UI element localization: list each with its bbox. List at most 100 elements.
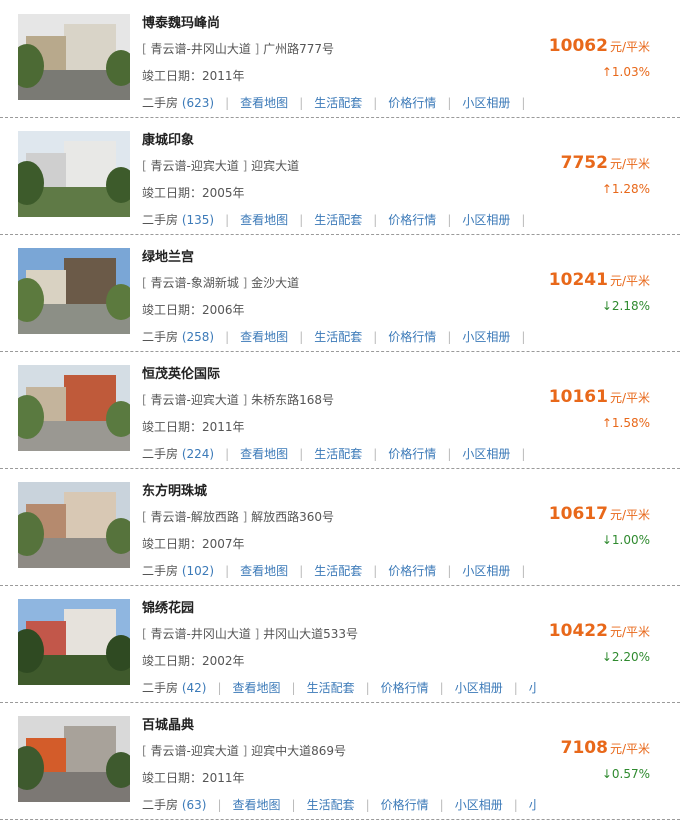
amenities-link[interactable]: 生活配套: [314, 330, 362, 344]
price-trend-link[interactable]: 价格行情: [388, 213, 436, 227]
community-photo[interactable]: [18, 131, 130, 217]
link-separator: |: [225, 330, 230, 344]
listing-links: 二手房 (63) | 查看地图 | 生活配套 | 价格行情 | 小区相册 | 小区: [142, 796, 536, 812]
link-separator: |: [447, 564, 452, 578]
secondhand-count[interactable]: (135): [182, 213, 214, 227]
link-separator: |: [447, 447, 452, 461]
listing-links: 二手房 (258)|查看地图|生活配套|价格行情|小区相册|小区: [142, 328, 536, 344]
community-name[interactable]: 锦绣花园: [142, 597, 194, 616]
price-change: ↑1.58%: [602, 416, 650, 430]
change-value: 1.58%: [611, 416, 650, 430]
album-link[interactable]: 小区相册: [462, 96, 510, 110]
price-unit: 元/平米: [609, 274, 650, 288]
link-separator: |: [513, 798, 518, 812]
community-name[interactable]: 恒茂英伦国际: [142, 363, 220, 382]
trend-arrow-icon: ↓: [601, 299, 612, 313]
listing-item: 博泰魏玛峰尚 [ 青云谱-井冈山大道 ] 广州路777号 竣工日期：2011年 二手房…: [0, 0, 680, 118]
price-trend-link[interactable]: 价格行情: [388, 564, 436, 578]
completion-date: 竣工日期：2005年: [142, 186, 245, 200]
listing-links: 二手房 (135)|查看地图|生活配套|价格行情|小区相册|小区: [142, 211, 536, 227]
street-label: 金沙大道: [251, 276, 300, 290]
completion-date: 竣工日期：2006年: [142, 303, 245, 317]
listing-links: 二手房 (224)|查看地图|生活配套|价格行情|小区相册|小区: [142, 445, 536, 461]
community-name[interactable]: 博泰魏玛峰尚: [142, 12, 220, 31]
album-link[interactable]: 小区相册: [455, 798, 503, 812]
price-change: ↑1.03%: [602, 65, 650, 79]
completion-date: 竣工日期：2007年: [142, 537, 245, 551]
secondhand-count[interactable]: (258): [182, 330, 214, 344]
album-link[interactable]: 小区相册: [462, 213, 510, 227]
price-value: 7108: [560, 738, 608, 758]
amenities-link[interactable]: 生活配套: [314, 213, 362, 227]
secondhand-count[interactable]: (63): [182, 798, 207, 812]
street-label: 迎宾大道: [251, 159, 300, 173]
link-separator: |: [447, 330, 452, 344]
secondhand-count[interactable]: (623): [182, 96, 214, 110]
amenities-link[interactable]: 生活配套: [314, 96, 362, 110]
community-address: [ 青云谱-井冈山大道 ] 井冈山大道533号: [142, 627, 359, 641]
link-separator: |: [373, 564, 378, 578]
district-label: 青云谱-井冈山大道: [150, 42, 251, 56]
link-separator: |: [521, 96, 526, 110]
listing-links: 二手房 (623)|查看地图|生活配套|价格行情|小区相册|小区: [142, 94, 536, 110]
secondhand-count[interactable]: (224): [182, 447, 214, 461]
community-photo[interactable]: [18, 248, 130, 334]
amenities-link[interactable]: 生活配套: [307, 798, 355, 812]
price-change: ↓2.18%: [602, 299, 650, 313]
map-link[interactable]: 查看地图: [240, 447, 288, 461]
street-label: 解放西路360号: [251, 510, 335, 524]
price: 10241 元/平米: [549, 270, 650, 290]
map-link[interactable]: 查看地图: [240, 330, 288, 344]
secondhand-count[interactable]: (102): [182, 564, 214, 578]
amenities-link[interactable]: 生活配套: [307, 681, 355, 695]
map-link[interactable]: 查看地图: [240, 96, 288, 110]
price: 10617 元/平米: [549, 504, 650, 524]
price-trend-link[interactable]: 价格行情: [388, 447, 436, 461]
link-separator: |: [373, 447, 378, 461]
amenities-link[interactable]: 生活配套: [314, 447, 362, 461]
community-photo[interactable]: [18, 365, 130, 451]
album-link[interactable]: 小区相册: [462, 447, 510, 461]
completion-date: 竣工日期：2011年: [142, 420, 245, 434]
listing-item: 恒茂英伦国际 [ 青云谱-迎宾大道 ] 朱桥东路168号 竣工日期：2011年 二手房…: [0, 351, 680, 469]
price-trend-link[interactable]: 价格行情: [388, 96, 436, 110]
community-photo[interactable]: [18, 482, 130, 568]
listing-item: 锦绣花园 [ 青云谱-井冈山大道 ] 井冈山大道533号 竣工日期：2002年 二手房…: [0, 585, 680, 703]
album-link[interactable]: 小区相册: [462, 564, 510, 578]
community-name[interactable]: 百城晶典: [142, 714, 194, 733]
more-link[interactable]: 小区: [529, 798, 536, 812]
price: 10422 元/平米: [549, 621, 650, 641]
community-list: 博泰魏玛峰尚[ 青云谱-井冈山大道 ] 广州路777号 竣工日期：2011年 二手房…: [0, 0, 696, 821]
community-photo[interactable]: [18, 716, 130, 802]
album-link[interactable]: 小区相册: [455, 681, 503, 695]
price-change: ↓0.57%: [602, 767, 650, 781]
album-link[interactable]: 小区相册: [462, 330, 510, 344]
community-name[interactable]: 绿地兰宫: [142, 246, 194, 265]
price-unit: 元/平米: [609, 625, 650, 639]
link-separator: |: [513, 681, 518, 695]
community-address: [ 青云谱-迎宾大道 ] 朱桥东路168号: [142, 393, 335, 407]
price-change: ↓1.00%: [602, 533, 650, 547]
community-name[interactable]: 康城印象: [142, 129, 194, 148]
price-trend-link[interactable]: 价格行情: [381, 681, 429, 695]
completion-date: 竣工日期：2011年: [142, 69, 245, 83]
map-link[interactable]: 查看地图: [233, 681, 281, 695]
link-separator: |: [521, 213, 526, 227]
link-separator: |: [225, 447, 230, 461]
listing-item: 绿地兰宫 [ 青云谱-象湖新城 ] 金沙大道 竣工日期：2006年 二手房 (258)…: [0, 234, 680, 352]
price-trend-link[interactable]: 价格行情: [381, 798, 429, 812]
map-link[interactable]: 查看地图: [240, 213, 288, 227]
community-name[interactable]: 东方明珠城: [142, 480, 207, 499]
price-value: 10422: [548, 621, 608, 641]
price-trend-link[interactable]: 价格行情: [388, 330, 436, 344]
community-address: [ 青云谱-迎宾大道 ] 迎宾中大道869号: [142, 744, 347, 758]
district-label: 青云谱-迎宾大道: [150, 744, 239, 758]
amenities-link[interactable]: 生活配套: [314, 564, 362, 578]
secondhand-count[interactable]: (42): [182, 681, 207, 695]
map-link[interactable]: 查看地图: [233, 798, 281, 812]
community-photo[interactable]: [18, 599, 130, 685]
more-link[interactable]: 小区: [529, 681, 536, 695]
community-photo[interactable]: [18, 14, 130, 100]
map-link[interactable]: 查看地图: [240, 564, 288, 578]
link-separator: |: [373, 213, 378, 227]
